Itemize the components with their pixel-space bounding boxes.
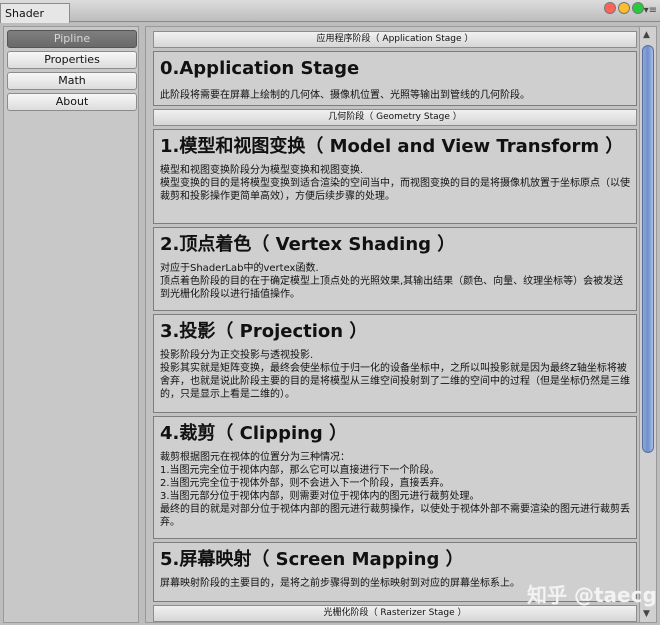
card-title: 2.顶点着色（ Vertex Shading ） xyxy=(160,234,456,255)
maximize-window-icon[interactable] xyxy=(632,2,644,14)
watermark: 知乎 @taecg xyxy=(527,583,657,607)
card-application-stage: 0.Application Stage 此阶段将需要在屏幕上绘制的几何体、摄像机… xyxy=(153,51,637,106)
minimize-window-icon[interactable] xyxy=(618,2,630,14)
application-stage-header: 应用程序阶段（ Application Stage ） xyxy=(153,31,637,48)
card-body: 此阶段将需要在屏幕上绘制的几何体、摄像机位置、光照等输出到管线的几何阶段。 xyxy=(160,90,530,101)
sidebar-item-about[interactable]: About xyxy=(7,93,137,111)
sidebar-item-math[interactable]: Math xyxy=(7,72,137,90)
scrollbar-thumb[interactable] xyxy=(642,45,654,453)
card-projection: 3.投影（ Projection ） 投影阶段分为正交投影与透视投影. 投影其实… xyxy=(153,314,637,413)
card-model-view-transform: 1.模型和视图变换（ Model and View Transform ） 模型… xyxy=(153,129,637,224)
sidebar-item-pipline[interactable]: Pipline xyxy=(7,30,137,48)
card-body: 投影阶段分为正交投影与透视投影. 投影其实就是矩阵变换，最终会使坐标位于归一化的… xyxy=(160,350,630,400)
card-body: 对应于ShaderLab中的vertex函数. 顶点着色阶段的目的在于确定模型上… xyxy=(160,263,624,300)
tab-menu-icon[interactable]: ▾≡ xyxy=(644,4,657,18)
close-window-icon[interactable] xyxy=(604,2,616,14)
scroll-down-arrow-icon[interactable]: ▼ xyxy=(643,609,650,619)
sidebar: Pipline Properties Math About xyxy=(3,26,139,623)
card-title: 1.模型和视图变换（ Model and View Transform ） xyxy=(160,136,624,157)
window-titlebar: Shader ▾≡ xyxy=(0,0,660,23)
card-clipping: 4.裁剪（ Clipping ） 裁剪根据图元在视体的位置分为三种情况： 1.当… xyxy=(153,416,637,539)
sidebar-item-properties[interactable]: Properties xyxy=(7,51,137,69)
pipeline-panel: 应用程序阶段（ Application Stage ） 0.Applicatio… xyxy=(145,26,657,623)
vertical-scrollbar[interactable]: ▲ ▼ xyxy=(639,27,656,622)
card-title: 5.屏幕映射（ Screen Mapping ） xyxy=(160,549,464,570)
geometry-stage-header: 几何阶段（ Geometry Stage ） xyxy=(153,109,637,126)
card-title: 0.Application Stage xyxy=(160,58,360,79)
pipeline-content: 应用程序阶段（ Application Stage ） 0.Applicatio… xyxy=(153,31,637,622)
card-body: 模型和视图变换阶段分为模型变换和视图变换. 模型变换的目的是将模型变换到适合渲染… xyxy=(160,165,630,202)
card-body: 裁剪根据图元在视体的位置分为三种情况： 1.当图元完全位于视体内部，那么它可以直… xyxy=(160,452,630,528)
card-title: 4.裁剪（ Clipping ） xyxy=(160,423,348,444)
window-tab-shader[interactable]: Shader xyxy=(0,3,70,23)
card-title: 3.投影（ Projection ） xyxy=(160,321,368,342)
window-controls xyxy=(604,2,644,14)
scroll-up-arrow-icon[interactable]: ▲ xyxy=(643,30,650,40)
card-vertex-shading: 2.顶点着色（ Vertex Shading ） 对应于ShaderLab中的v… xyxy=(153,227,637,311)
